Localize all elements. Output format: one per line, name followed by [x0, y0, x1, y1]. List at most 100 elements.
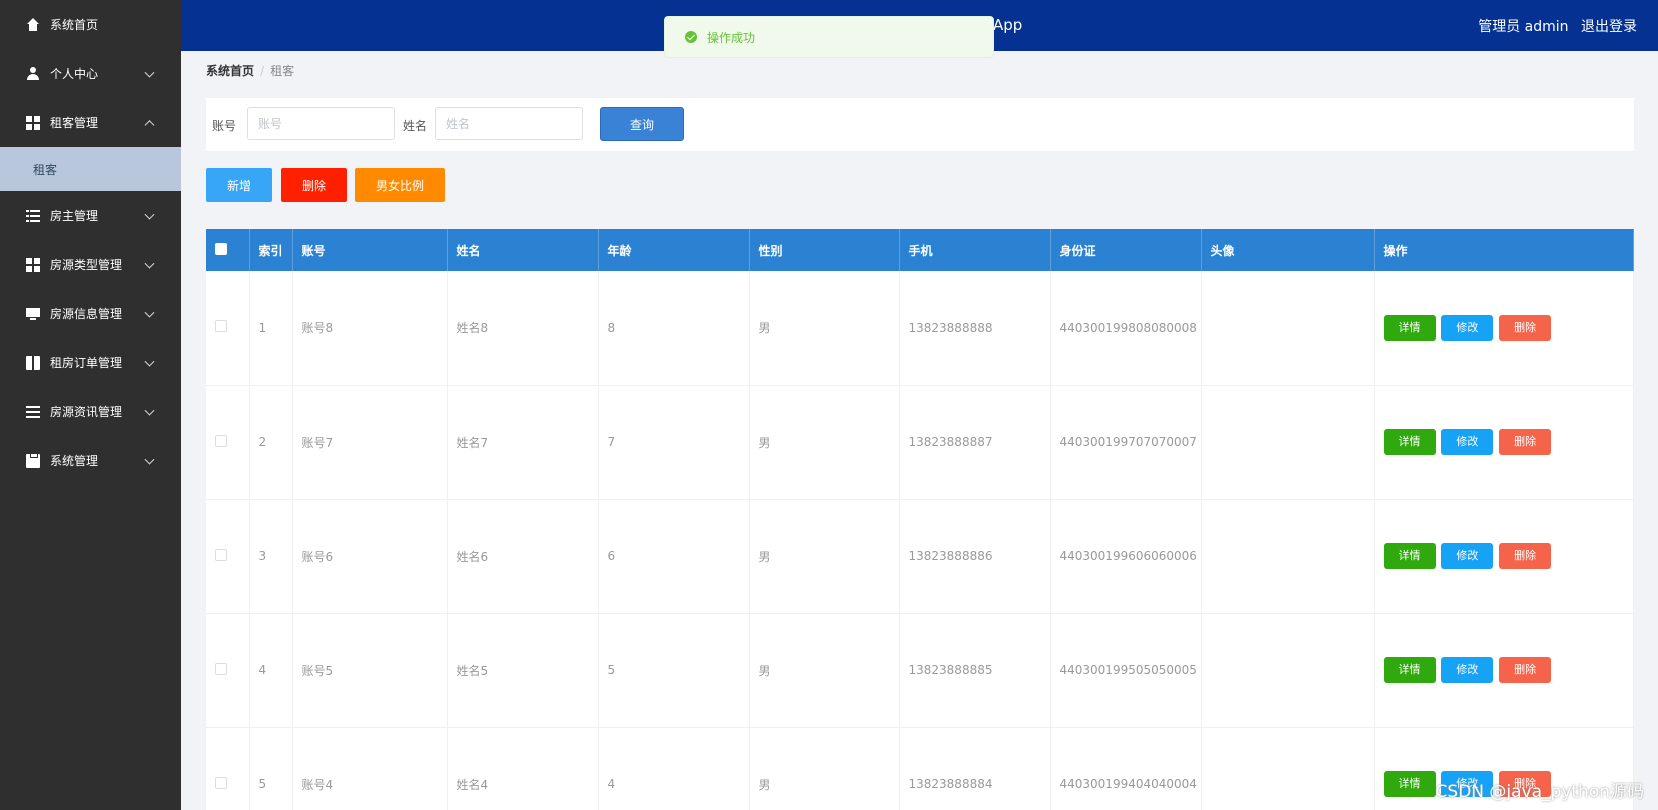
cell-name: 姓名4	[447, 727, 599, 810]
sidebar-item-landlord-management[interactable]: 房主管理	[0, 191, 181, 240]
clipboard-icon	[26, 452, 40, 468]
tenant-table: 索引 账号 姓名 年龄 性别 手机 身份证 头像 操作 1 账号8 姓名8 8 男 138…	[206, 229, 1634, 810]
cell-gender: 男	[749, 727, 900, 810]
list-icon	[26, 208, 40, 223]
cell-idcard: 440300199808080008	[1050, 271, 1202, 386]
logout-link[interactable]: 退出登录	[1581, 19, 1637, 35]
col-phone: 手机	[899, 229, 1051, 271]
row-checkbox[interactable]	[215, 776, 227, 789]
grid-icon	[26, 115, 40, 130]
batch-delete-button[interactable]: 删除	[281, 168, 347, 202]
name-label: 姓名	[403, 119, 428, 133]
sidebar-item-house-news-management[interactable]: 房源资讯管理	[0, 387, 181, 436]
detail-button[interactable]: 详情	[1383, 657, 1436, 683]
sidebar-item-system-management[interactable]: 系统管理	[0, 436, 181, 485]
sidebar-item-label: 系统首页	[50, 18, 99, 32]
sidebar-item-house-type-management[interactable]: 房源类型管理	[0, 240, 181, 289]
cell-phone: 13823888885	[899, 613, 1051, 728]
cell-age: 5	[598, 613, 750, 728]
user-icon	[26, 66, 40, 81]
add-button[interactable]: 新增	[206, 168, 272, 202]
admin-label: 管理员 admin	[1478, 19, 1569, 35]
delete-button[interactable]: 删除	[1499, 543, 1552, 569]
col-avatar: 头像	[1201, 229, 1375, 271]
row-checkbox[interactable]	[215, 320, 227, 333]
cell-gender: 男	[749, 499, 900, 614]
edit-button[interactable]: 修改	[1441, 657, 1494, 683]
row-checkbox[interactable]	[215, 434, 227, 447]
col-age: 年龄	[598, 229, 750, 271]
sidebar-item-label: 个人中心	[50, 67, 99, 81]
bars-icon	[26, 404, 40, 419]
breadcrumb-home[interactable]: 系统首页	[206, 64, 254, 78]
delete-button[interactable]: 删除	[1499, 429, 1552, 455]
cell-gender: 男	[749, 613, 900, 728]
chevron-up-icon	[144, 119, 155, 130]
col-account: 账号	[292, 229, 448, 271]
table-row: 4 账号5 姓名5 5 男 13823888885 440300199505050005 详情…	[206, 613, 1634, 728]
edit-button[interactable]: 修改	[1441, 314, 1494, 341]
sidebar-item-label: 系统管理	[50, 454, 99, 468]
account-input[interactable]	[247, 107, 395, 140]
breadcrumb-separator: /	[260, 64, 265, 78]
sidebar-item-label: 房源类型管理	[50, 258, 123, 272]
row-checkbox[interactable]	[215, 662, 227, 675]
cell-avatar	[1201, 613, 1375, 728]
cell-avatar	[1201, 727, 1375, 810]
sidebar-item-label: 租客	[33, 162, 58, 177]
cell-avatar	[1201, 385, 1375, 500]
toast-text: 操作成功	[707, 30, 756, 45]
gender-ratio-button[interactable]: 男女比例	[355, 168, 445, 202]
detail-button[interactable]: 详情	[1383, 771, 1436, 797]
detail-button[interactable]: 详情	[1383, 314, 1436, 341]
sidebar-item-tenant-management[interactable]: 租客管理	[0, 98, 181, 147]
sidebar-item-label: 租客管理	[50, 116, 99, 130]
detail-button[interactable]: 详情	[1383, 429, 1436, 455]
edit-button[interactable]: 修改	[1441, 429, 1494, 455]
row-checkbox-cell	[206, 613, 250, 728]
sidebar-item-personal-center[interactable]: 个人中心	[0, 49, 181, 98]
row-checkbox-cell	[206, 385, 250, 500]
cell-index: 3	[249, 499, 293, 614]
query-button[interactable]: 查询	[600, 107, 684, 141]
cell-index: 2	[249, 385, 293, 500]
search-panel: 账号 姓名 查询	[206, 98, 1634, 151]
app-title: App	[993, 16, 1023, 34]
detail-button[interactable]: 详情	[1383, 543, 1436, 569]
chevron-down-icon	[144, 454, 155, 465]
sidebar-subitem-tenant[interactable]: 租客	[0, 147, 181, 191]
table-row: 2 账号7 姓名7 7 男 13823888887 440300199707070007 详情…	[206, 385, 1634, 500]
chevron-down-icon	[144, 258, 155, 269]
cell-phone: 13823888888	[899, 271, 1051, 386]
cell-operation: 详情 修改 删除	[1374, 613, 1634, 728]
edit-button[interactable]: 修改	[1441, 543, 1494, 569]
sidebar-item-label: 房源资讯管理	[50, 405, 123, 419]
chevron-down-icon	[144, 67, 155, 78]
delete-button[interactable]: 删除	[1499, 657, 1552, 683]
chevron-down-icon	[144, 209, 155, 220]
col-name: 姓名	[447, 229, 599, 271]
cell-index: 5	[249, 727, 293, 810]
col-idcard: 身份证	[1050, 229, 1202, 271]
row-checkbox-cell	[206, 727, 250, 810]
cell-avatar	[1201, 271, 1375, 386]
chevron-down-icon	[144, 405, 155, 416]
sidebar-item-rental-order-management[interactable]: 租房订单管理	[0, 338, 181, 387]
name-input[interactable]	[435, 107, 583, 140]
sidebar-item-house-info-management[interactable]: 房源信息管理	[0, 289, 181, 338]
row-checkbox[interactable]	[215, 548, 227, 561]
sidebar: 系统首页 个人中心 租客管理 租客 房主管理 房源类型管理 房源信息管理 租房订…	[0, 0, 181, 810]
grid-icon	[26, 257, 40, 272]
cell-idcard: 440300199606060006	[1050, 499, 1202, 614]
cell-avatar	[1201, 499, 1375, 614]
sidebar-item-home[interactable]: 系统首页	[0, 0, 181, 49]
home-icon	[26, 17, 40, 32]
delete-button[interactable]: 删除	[1499, 314, 1552, 341]
cell-name: 姓名6	[447, 499, 599, 614]
cell-operation: 详情 修改 删除	[1374, 499, 1634, 614]
table-row: 5 账号4 姓名4 4 男 13823888884 440300199404040004 详情…	[206, 727, 1634, 810]
col-operation: 操作	[1374, 229, 1634, 271]
select-all-checkbox[interactable]	[215, 242, 227, 255]
monitor-icon	[26, 307, 40, 321]
table-header-row: 索引 账号 姓名 年龄 性别 手机 身份证 头像 操作	[206, 229, 1634, 271]
